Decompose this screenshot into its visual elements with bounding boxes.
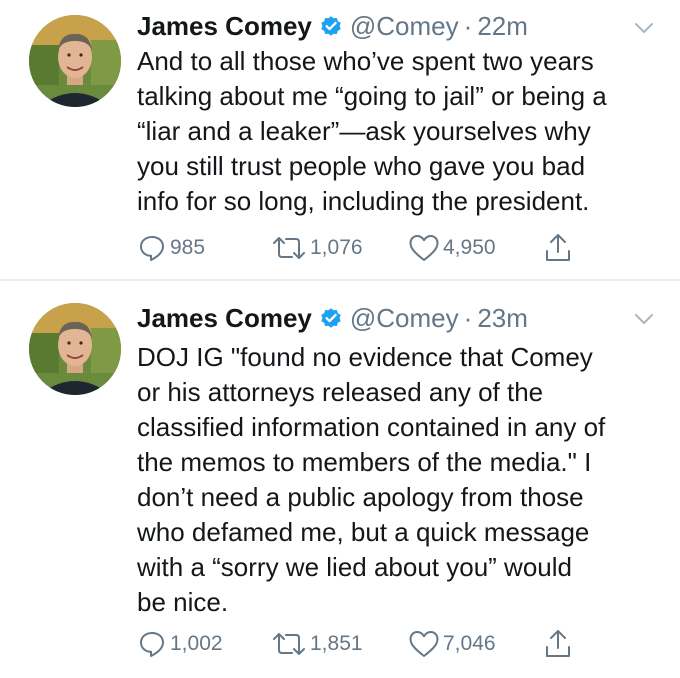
chevron-down-icon[interactable]	[634, 313, 654, 325]
verified-badge-icon	[321, 308, 341, 328]
tweet-text-line: DOJ IG "found no evidence that Comey	[137, 342, 593, 372]
separator: ·	[463, 302, 473, 333]
tweet-text: DOJ IG "found no evidence that Comey or …	[137, 340, 657, 620]
tweet[interactable]: James Comey @Comey · 23m DOJ IG "found n…	[0, 0, 680, 678]
tweet-text-line: don’t need a public apology from those	[137, 482, 584, 512]
reply-button[interactable]: 1,002	[137, 629, 223, 659]
tweet-text-line: the memos to members of the media." I	[137, 447, 592, 477]
reply-icon	[140, 632, 164, 657]
tweet-actions: 1,002 1,851 7,046	[137, 629, 657, 659]
retweet-button[interactable]: 1,851	[271, 629, 363, 659]
reply-count: 1,002	[170, 632, 223, 655]
tweet-text-line: or his attorneys released any of the	[137, 377, 544, 407]
tweet-text-line: classified information contained in any …	[137, 412, 606, 442]
retweet-icon	[273, 633, 305, 655]
author-handle[interactable]: @Comey	[350, 303, 459, 334]
share-icon	[546, 630, 570, 657]
share-button[interactable]	[543, 629, 573, 659]
tweet-header: James Comey @Comey · 23m	[137, 300, 528, 336]
author-name[interactable]: James Comey	[137, 303, 312, 334]
tweet-text-line: with a “sorry we lied about you” would	[137, 552, 572, 582]
tweet-text-line: be nice.	[137, 587, 229, 617]
like-count: 7,046	[443, 632, 496, 655]
like-button[interactable]: 7,046	[408, 629, 496, 659]
heart-icon	[409, 631, 439, 657]
retweet-count: 1,851	[310, 632, 363, 655]
avatar[interactable]	[29, 303, 121, 395]
timestamp[interactable]: 23m	[477, 303, 528, 334]
tweet-text-line: who defamed me, but a quick message	[137, 517, 590, 547]
